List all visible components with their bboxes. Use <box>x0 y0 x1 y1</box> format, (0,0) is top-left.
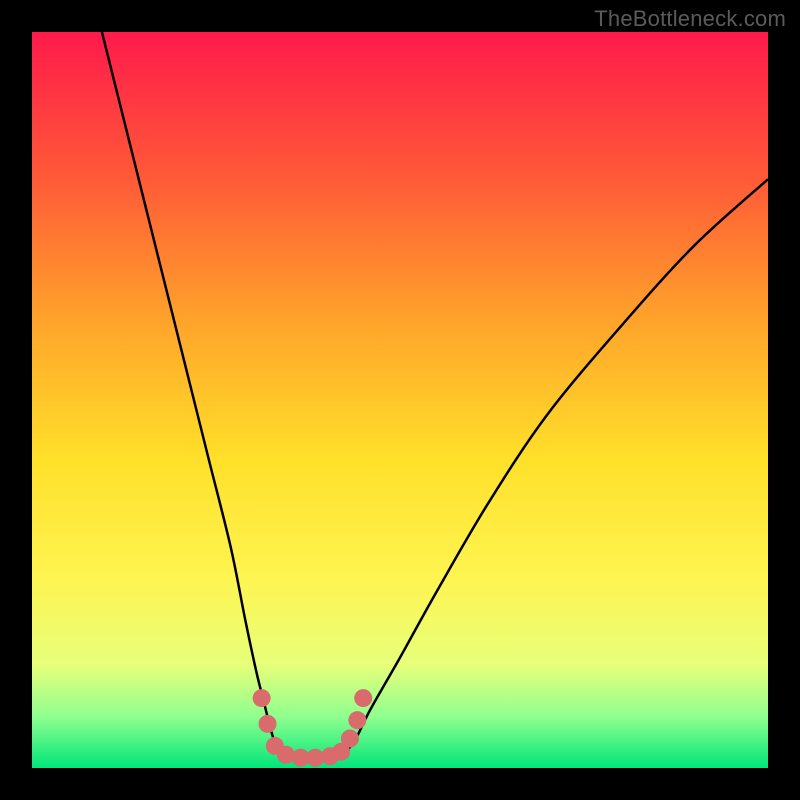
marker-point <box>341 730 359 748</box>
watermark-text: TheBottleneck.com <box>594 6 786 32</box>
marker-point <box>259 715 277 733</box>
bottleneck-chart <box>32 32 768 768</box>
marker-point <box>348 711 366 729</box>
outer-frame: TheBottleneck.com <box>0 0 800 800</box>
marker-point <box>253 689 271 707</box>
marker-point <box>354 689 372 707</box>
